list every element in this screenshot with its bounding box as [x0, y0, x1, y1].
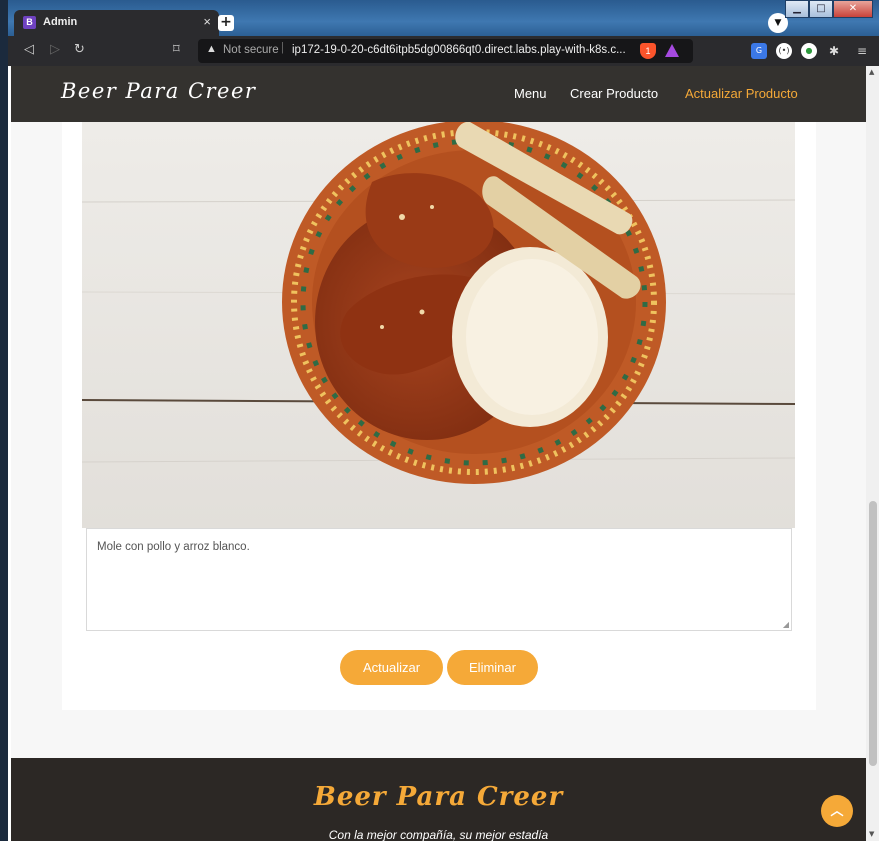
product-image [82, 122, 795, 528]
site-footer: Beer Para Creer Con la mejor compañía, s… [11, 758, 866, 841]
nav-link-actualizar-producto[interactable]: Actualizar Producto [685, 86, 798, 101]
nav-link-menu[interactable]: Menu [514, 86, 547, 101]
url-text[interactable]: ip172-19-0-20-c6dt6itpb5dg00866qt0.direc… [292, 44, 626, 56]
scrollbar-thumb[interactable] [869, 501, 877, 766]
footer-slogan: Con la mejor compañía, su mejor estadía [328, 828, 549, 841]
tab-strip: B Admin × + ▼ ▁ □ ✕ [8, 0, 879, 36]
update-button[interactable]: Actualizar [340, 650, 443, 685]
description-textarea[interactable]: Mole con pollo y arroz blanco. ◢ [86, 528, 792, 631]
puzzle-icon[interactable]: ✱ [826, 43, 842, 59]
scroll-down-icon[interactable]: ▼ [869, 830, 874, 838]
site-brand[interactable]: Beer Para Creer [61, 79, 256, 103]
product-card: Mole con pollo y arroz blanco. ◢ Actuali… [62, 66, 816, 710]
delete-button[interactable]: Eliminar [447, 650, 538, 685]
maximize-icon[interactable]: □ [809, 0, 833, 18]
new-tab-button[interactable]: + [218, 15, 234, 31]
close-window-icon[interactable]: ✕ [833, 0, 873, 18]
url-separator: | [281, 42, 284, 54]
window-controls: ▁ □ ✕ [785, 0, 873, 20]
scroll-up-icon[interactable]: ▲ [869, 68, 874, 76]
translate-icon[interactable]: G [751, 43, 767, 59]
resize-handle-icon[interactable]: ◢ [783, 620, 789, 629]
menu-icon[interactable]: ≡ [854, 43, 870, 59]
scrollbar[interactable]: ▲ ▼ [866, 66, 879, 841]
extension-icon-2[interactable]: ● [801, 43, 817, 59]
address-bar[interactable]: ▲ Not secure | ip172-19-0-20-c6dt6itpb5d… [198, 39, 693, 63]
minimize-icon[interactable]: ▁ [785, 0, 809, 18]
site-navbar: Beer Para Creer Menu Crear Producto Actu… [11, 66, 866, 122]
brave-rewards-icon[interactable] [665, 44, 679, 57]
footer-brand: Beer Para Creer [313, 782, 564, 812]
toolbar: ◁ ▷ ↻ ⌑ ▲ Not secure | ip172-19-0-20-c6d… [8, 36, 879, 66]
page-viewport: Mole con pollo y arroz blanco. ◢ Actuali… [11, 66, 866, 841]
reload-icon[interactable]: ↻ [74, 42, 85, 57]
bookmark-icon[interactable]: ⌑ [173, 42, 180, 57]
security-label: Not secure [223, 44, 279, 56]
nav-link-crear-producto[interactable]: Crear Producto [570, 86, 658, 101]
extension-icon[interactable]: (•) [776, 43, 792, 59]
forward-icon[interactable]: ▷ [50, 42, 60, 57]
browser-window: B Admin × + ▼ ▁ □ ✕ ◁ ▷ ↻ ⌑ ▲ Not secure… [8, 0, 879, 841]
description-text: Mole con pollo y arroz blanco. [97, 541, 250, 553]
mole-plate-image [82, 122, 795, 528]
close-tab-icon[interactable]: × [203, 14, 211, 29]
brave-shield-icon[interactable]: 1 [640, 43, 656, 59]
back-to-top-button[interactable]: ︿ [821, 795, 853, 827]
tab-title: Admin [43, 16, 78, 28]
back-icon[interactable]: ◁ [24, 42, 34, 57]
bootstrap-icon: B [23, 16, 36, 29]
warning-icon: ▲ [206, 43, 217, 55]
browser-tab[interactable]: B Admin × [14, 10, 219, 36]
content-section: Mole con pollo y arroz blanco. ◢ Actuali… [11, 66, 866, 758]
